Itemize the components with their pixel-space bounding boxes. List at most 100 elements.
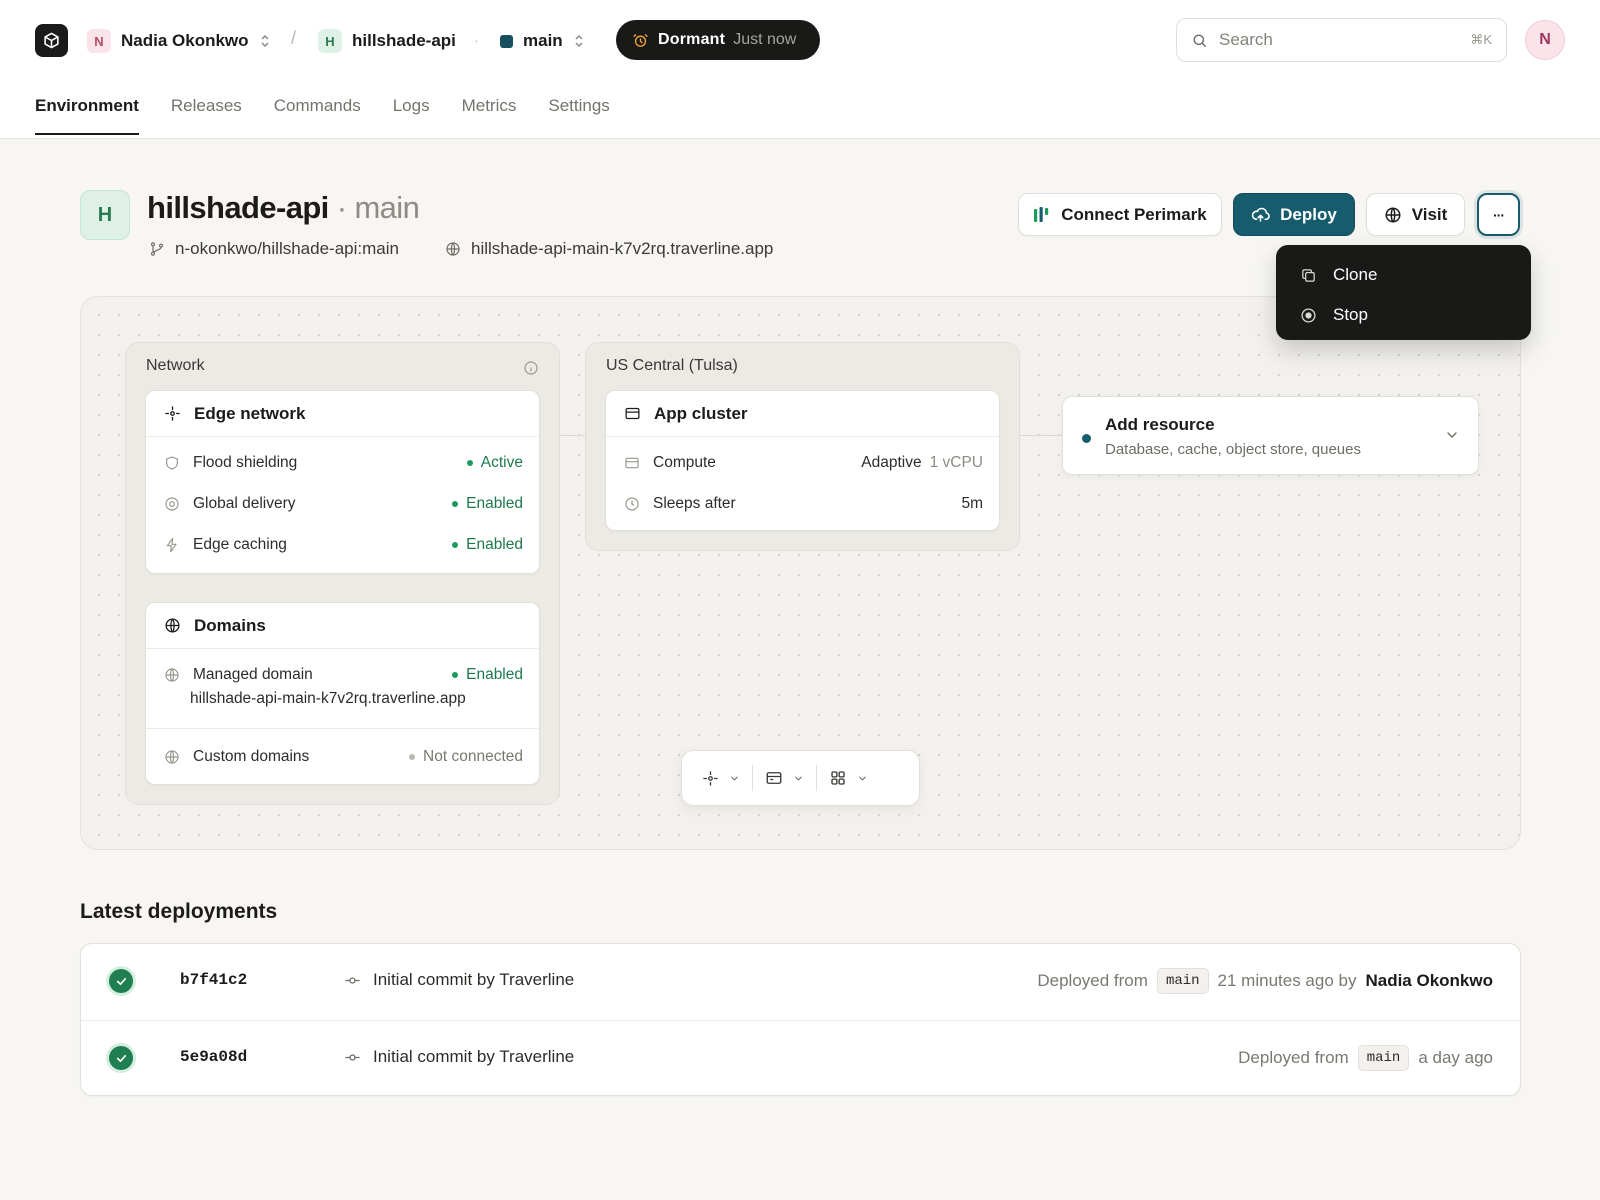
search-box[interactable]: ⌘K <box>1176 18 1507 62</box>
environment-url: hillshade-api-main-k7v2rq.traverline.app <box>471 239 774 258</box>
domains-card[interactable]: Domains Managed domain Enabled hillshade… <box>145 602 540 785</box>
tab-metrics[interactable]: Metrics <box>462 96 517 134</box>
repo-name: n-okonkwo/hillshade-api:main <box>175 239 399 258</box>
add-resource-card[interactable]: Add resource Database, cache, object sto… <box>1062 396 1479 475</box>
branch-icon <box>500 34 513 48</box>
commit-message: Initial commit by Traverline <box>373 970 575 989</box>
chevron-updown-icon <box>261 34 269 48</box>
project-name: hillshade-api <box>352 31 456 50</box>
perimark-logo-icon <box>1034 206 1049 222</box>
status-time: Just now <box>733 31 797 48</box>
project-title-name: hillshade-api <box>147 190 329 225</box>
tab-releases[interactable]: Releases <box>171 96 242 134</box>
branch-switcher[interactable]: main <box>500 26 585 56</box>
search-shortcut: ⌘K <box>1470 32 1492 47</box>
app-logo-icon[interactable] <box>35 24 68 57</box>
deployment-row[interactable]: b7f41c2 Initial commit by Traverline Dep… <box>81 944 1520 1019</box>
org-name: Nadia Okonkwo <box>121 31 249 50</box>
domains-header: Domains <box>146 603 539 649</box>
repo-link[interactable]: n-okonkwo/hillshade-api:main <box>149 239 399 259</box>
server-icon <box>766 772 782 784</box>
add-network-tool[interactable] <box>692 761 750 795</box>
add-cluster-tool[interactable] <box>755 761 814 795</box>
globe-icon <box>446 242 460 256</box>
org-switcher[interactable]: N Nadia Okonkwo <box>87 26 271 56</box>
deploy-button[interactable]: Deploy <box>1233 193 1355 236</box>
deployments-heading: Latest deployments <box>80 900 278 923</box>
add-resource-tool[interactable] <box>819 761 878 795</box>
deployment-time: 21 minutes ago by <box>1217 971 1357 990</box>
commit-hash[interactable]: 5e9a08d <box>180 1048 247 1066</box>
commit-message: Initial commit by Traverline <box>373 1047 575 1066</box>
user-avatar[interactable]: N <box>1525 20 1565 60</box>
tab-commands[interactable]: Commands <box>274 96 361 134</box>
stop-circle-icon <box>1301 307 1316 323</box>
network-group: Network Edge network Flood shielding Act… <box>125 342 560 805</box>
cluster-row-compute: Compute Adaptive 1 vCPU <box>606 442 999 483</box>
network-group-title: Network <box>146 357 205 374</box>
sleep-value: 5m <box>961 494 983 512</box>
menu-item-stop-label: Stop <box>1333 305 1368 324</box>
domain-row-custom[interactable]: Custom domains Not connected <box>146 729 539 784</box>
row-label: Flood shielding <box>193 453 298 471</box>
domains-title: Domains <box>194 615 266 635</box>
status-badge: Enabled <box>452 666 523 684</box>
tab-settings[interactable]: Settings <box>548 96 609 134</box>
globe-icon <box>1385 207 1401 222</box>
more-actions-button[interactable]: ··· <box>1477 193 1520 236</box>
info-icon[interactable] <box>523 360 539 376</box>
toolbar-divider <box>816 765 817 791</box>
app-cluster-card[interactable]: App cluster Compute Adaptive 1 vCPU Sleep… <box>605 390 1000 531</box>
edge-network-card[interactable]: Edge network Flood shielding Active Glob… <box>145 390 540 574</box>
deployment-row[interactable]: 5e9a08d Initial commit by Traverline Dep… <box>81 1020 1520 1095</box>
edge-network-title: Edge network <box>194 403 306 423</box>
crosshair-icon <box>703 770 718 786</box>
project-switcher[interactable]: H hillshade-api <box>318 26 456 56</box>
globe-icon <box>165 667 179 682</box>
breadcrumb-dot: · <box>474 32 479 48</box>
cluster-row-sleeps: Sleeps after 5m <box>606 483 999 524</box>
status-badge: Not connected <box>409 748 523 766</box>
crosshair-icon <box>165 406 180 421</box>
connect-perimark-button[interactable]: Connect Perimark <box>1018 193 1222 236</box>
globe-icon <box>165 750 179 764</box>
connect-perimark-label: Connect Perimark <box>1061 204 1207 224</box>
chevron-down-icon <box>731 776 738 781</box>
chevron-down-icon <box>795 776 802 781</box>
search-input[interactable] <box>1219 30 1460 50</box>
shield-icon <box>166 455 178 470</box>
more-icon: ··· <box>1493 206 1505 223</box>
success-check-icon <box>109 1046 133 1070</box>
deploy-label: Deploy <box>1280 204 1337 224</box>
toolbar-divider <box>752 765 753 791</box>
git-commit-icon <box>345 976 360 984</box>
visit-label: Visit <box>1411 204 1448 224</box>
status-badge: Enabled <box>452 536 523 554</box>
git-branch-icon <box>150 242 164 256</box>
environment-status-pill[interactable]: Dormant Just now <box>616 20 820 60</box>
commit-hash[interactable]: b7f41c2 <box>180 971 247 989</box>
managed-domain-url[interactable]: hillshade-api-main-k7v2rq.traverline.app <box>146 690 539 708</box>
region-group-title: US Central (Tulsa) <box>606 357 738 374</box>
add-resource-title: Add resource <box>1105 415 1215 434</box>
tab-logs[interactable]: Logs <box>393 96 430 134</box>
add-resource-dot <box>1082 434 1091 443</box>
deployed-from-label: Deployed from <box>1238 1048 1349 1067</box>
tab-environment[interactable]: Environment <box>35 96 139 135</box>
row-label: Managed domain <box>193 665 313 683</box>
region-group: US Central (Tulsa) App cluster Compute A… <box>585 342 1020 551</box>
project-icon: H <box>80 190 130 240</box>
alarm-clock-icon <box>633 33 648 47</box>
clock-icon <box>625 496 639 511</box>
deployments-list: b7f41c2 Initial commit by Traverline Dep… <box>80 943 1521 1096</box>
chevron-updown-icon <box>575 34 583 48</box>
top-bar: N Nadia Okonkwo / H hillshade-api · main… <box>0 0 1600 139</box>
target-icon <box>165 496 179 511</box>
visit-button[interactable]: Visit <box>1366 193 1465 236</box>
deployment-branch: main <box>1156 968 1209 994</box>
menu-item-stop[interactable]: Stop <box>1276 295 1531 335</box>
environment-url-link[interactable]: hillshade-api-main-k7v2rq.traverline.app <box>445 239 773 259</box>
search-icon <box>1193 33 1206 47</box>
deployment-branch: main <box>1357 1045 1410 1071</box>
menu-item-clone[interactable]: Clone <box>1276 255 1531 295</box>
